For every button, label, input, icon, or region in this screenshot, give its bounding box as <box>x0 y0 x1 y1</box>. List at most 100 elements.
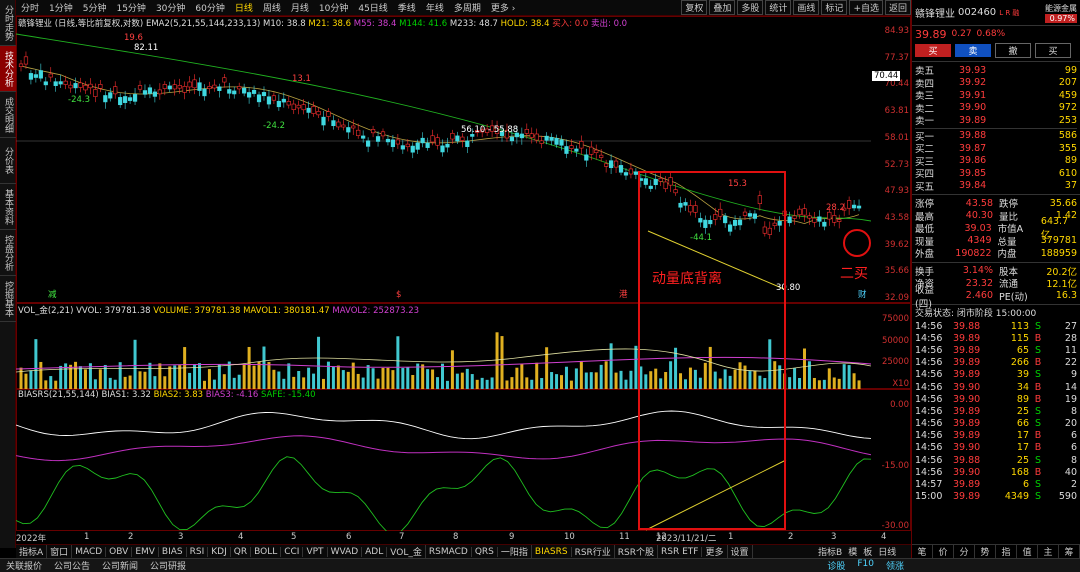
cancel-button[interactable]: 撤 <box>995 42 1031 58</box>
bid-row[interactable]: 买五 39.84 37 <box>915 180 1077 193</box>
indicator-tab[interactable]: CCI <box>281 546 304 557</box>
side-tab[interactable]: 分价表 <box>0 138 17 184</box>
top-button[interactable]: 返回 <box>884 0 911 15</box>
quote-footer-tab[interactable]: 笔 <box>912 545 933 558</box>
status-link[interactable]: 公司公告 <box>48 559 96 572</box>
status-right-link[interactable]: 领涨 <box>880 559 910 572</box>
period-tab[interactable]: 多周期 <box>449 1 486 14</box>
top-button[interactable]: 多股 <box>737 0 764 15</box>
volume-bar <box>569 380 573 389</box>
price-annotation: 56.10 - 55.88 <box>461 125 518 135</box>
ask-row[interactable]: 卖四 39.92 207 <box>915 77 1077 90</box>
side-tab[interactable]: 技术分析 <box>0 46 17 92</box>
period-tab[interactable]: 年线 <box>421 1 449 14</box>
indicator-tab[interactable]: OBV <box>106 546 133 557</box>
tick-side: S <box>1034 491 1042 503</box>
side-tab[interactable]: 成交明细 <box>0 92 17 138</box>
indicator-tab[interactable]: KDJ <box>208 546 231 557</box>
indicator-tab[interactable]: BIAS <box>159 546 187 557</box>
quote-footer-tab[interactable]: 主 <box>1038 545 1059 558</box>
bid-row[interactable]: 买三 39.86 89 <box>915 155 1077 168</box>
quote-footer-tab[interactable]: 势 <box>975 545 996 558</box>
indicator-tab[interactable]: RSR个股 <box>615 545 659 558</box>
period-tab[interactable]: 季线 <box>393 1 421 14</box>
period-tab[interactable]: 周线 <box>258 1 286 14</box>
indicator-tab[interactable]: 设置 <box>728 545 753 558</box>
ask-row[interactable]: 卖三 39.91 459 <box>915 89 1077 103</box>
indicator-tab[interactable]: MACD <box>72 546 107 557</box>
status-link[interactable]: 公司新闻 <box>96 559 144 572</box>
period-tab[interactable]: 30分钟 <box>151 1 190 14</box>
indicator-tab[interactable]: 指标A <box>16 545 48 558</box>
stat-value: 39.03 <box>964 222 992 234</box>
indicator-tab[interactable]: VOL_金 <box>387 545 426 558</box>
date-axis: 2022年 1 2 3 4 5 6 7 8 9 10 11 12 2023/11/21/二 1 2 3 4 <box>16 531 911 544</box>
status-link[interactable]: 关联报价 <box>0 559 48 572</box>
top-button[interactable]: 叠加 <box>709 0 736 15</box>
period-tab[interactable]: 更多 › <box>486 1 520 14</box>
tick-time: 14:56 <box>915 320 943 332</box>
period-tab[interactable]: 60分钟 <box>190 1 229 14</box>
sector-info[interactable]: 能源金属 0.97% <box>1045 3 1077 23</box>
indicator-tab-right[interactable]: 指标B <box>815 545 845 558</box>
indicator-tab[interactable]: BOLL <box>251 546 282 557</box>
indicator-tab[interactable]: QRS <box>472 546 498 557</box>
quote-footer-tab[interactable]: 指 <box>996 545 1017 558</box>
ask-row[interactable]: 卖一 39.89 253 <box>915 114 1077 128</box>
top-button[interactable]: 复权 <box>681 0 708 15</box>
top-button[interactable]: 画线 <box>793 0 820 15</box>
indicator-tab-right[interactable]: 板 <box>860 545 875 558</box>
bid-row[interactable]: 买四 39.85 610 <box>915 167 1077 181</box>
quote-footer-tab[interactable]: 价 <box>933 545 954 558</box>
indicator-tab[interactable]: RSR行业 <box>572 545 615 558</box>
indicator-tab[interactable]: ADL <box>362 546 388 557</box>
indicator-tab[interactable]: BIASRS <box>532 546 572 557</box>
period-tab[interactable]: 月线 <box>286 1 314 14</box>
status-right-link[interactable]: 诊股 <box>821 559 851 572</box>
ask-row[interactable]: 卖五 39.93 99 <box>915 64 1077 78</box>
period-tab[interactable]: 15分钟 <box>111 1 150 14</box>
indicator-tab[interactable]: RSI <box>187 546 209 557</box>
period-tab[interactable]: 分时 <box>16 1 44 14</box>
indicator-tab[interactable]: WVAD <box>328 546 363 557</box>
bid-row[interactable]: 买二 39.87 355 <box>915 142 1077 156</box>
top-button[interactable]: 统计 <box>765 0 792 15</box>
sell-button[interactable]: 卖 <box>955 43 991 57</box>
quote-footer-tab[interactable]: 值 <box>1017 545 1038 558</box>
candle-body <box>58 81 63 85</box>
period-tab[interactable]: 10分钟 <box>314 1 353 14</box>
indicator-tab[interactable]: 窗口 <box>47 545 73 558</box>
period-tab[interactable]: 45日线 <box>353 1 392 14</box>
side-tab[interactable]: 挖掘基本 <box>0 276 17 322</box>
quote-footer-tab[interactable]: 筹 <box>1059 545 1080 558</box>
side-tab[interactable]: 控盘分析 <box>0 230 17 276</box>
volume-bar <box>202 380 206 389</box>
period-tab[interactable]: 日线 <box>230 1 258 14</box>
quick-buy-button[interactable]: 买 <box>1035 42 1071 58</box>
top-button[interactable]: +自选 <box>849 0 883 15</box>
date-tick: 3 <box>178 532 184 542</box>
bid-row[interactable]: 买一 39.88 586 <box>915 130 1077 143</box>
indicator-tab-right[interactable]: 日线 <box>875 545 899 558</box>
quote-footer-tab[interactable]: 分 <box>954 545 975 558</box>
indicator-tab[interactable]: EMV <box>132 546 159 557</box>
period-tab[interactable]: 5分钟 <box>78 1 112 14</box>
indicator-tab[interactable]: 更多 <box>702 545 728 558</box>
status-link[interactable]: 公司研报 <box>144 559 192 572</box>
buy-button[interactable]: 买 <box>915 43 951 57</box>
date-tick: 7 <box>399 532 405 542</box>
indicator-tab[interactable]: QR <box>231 546 252 557</box>
indicator-tab[interactable]: 一阳指 <box>498 545 532 558</box>
indicator-tab-right[interactable]: 模 <box>845 545 860 558</box>
candle-body <box>420 137 425 144</box>
indicator-tab[interactable]: VPT <box>303 546 328 557</box>
side-tab[interactable]: 分时走势 <box>0 0 17 46</box>
ask-row[interactable]: 卖二 39.90 972 <box>915 102 1077 115</box>
top-button[interactable]: 标记 <box>821 0 848 15</box>
period-tab[interactable]: 1分钟 <box>44 1 78 14</box>
status-right-link[interactable]: F10 <box>851 559 880 572</box>
indicator-tab[interactable]: RSMACD <box>426 546 472 557</box>
side-tab[interactable]: 基本资料 <box>0 184 17 230</box>
indicator-tab[interactable]: RSR ETF <box>658 546 703 557</box>
tick-count: 9 <box>1070 369 1077 381</box>
